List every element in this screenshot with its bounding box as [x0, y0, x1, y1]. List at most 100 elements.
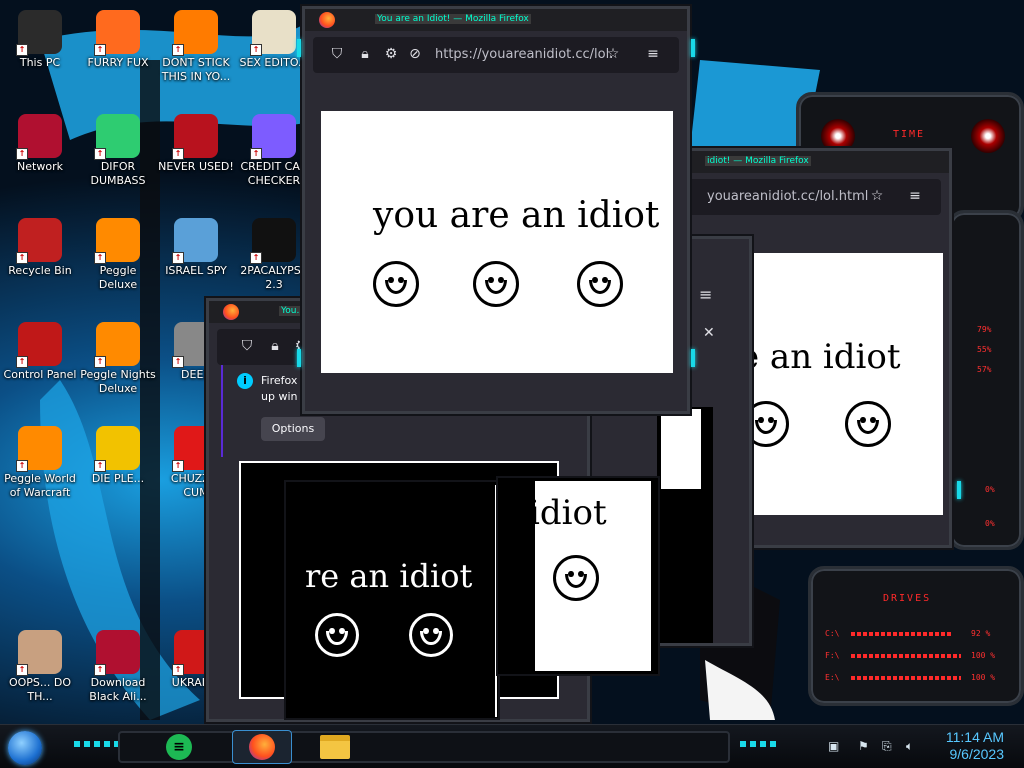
app-icon: ↑	[94, 630, 140, 676]
web-page[interactable]: you are an idiot	[321, 111, 673, 373]
web-page[interactable]: idiot	[535, 481, 651, 671]
desktop-icon[interactable]: ↑ DIE PLE...	[78, 420, 158, 516]
desktop-icon[interactable]: ↑ ISRAEL SPY	[156, 212, 236, 308]
shortcut-arrow-icon: ↑	[94, 356, 106, 368]
taskbar-lights	[74, 741, 118, 747]
desktop-icon-label: DIE PLE...	[91, 472, 145, 485]
drives-gadget-title: DRIVES	[883, 593, 932, 604]
stat-value: 0%	[985, 485, 995, 494]
smiley-icon	[373, 261, 419, 307]
app-icon: ↑	[16, 10, 62, 56]
app-icon: ↑	[172, 10, 218, 56]
autoplay-blocked-icon[interactable]: ⊘	[407, 46, 423, 62]
desktop: ↑ This PC ↑ FURRY FUX ↑ DONT STICK THIS IN YO…	[0, 0, 1024, 768]
firefox-window-small[interactable]: idiot	[498, 478, 658, 674]
drive-percent: 100 %	[971, 651, 996, 660]
app-icon: ↑	[16, 630, 62, 676]
permissions-icon[interactable]: ⚙	[383, 46, 399, 62]
clock-date: 9/6/2023	[949, 746, 1005, 762]
network-icon[interactable]: ⎘	[882, 739, 892, 754]
options-button[interactable]: Options	[261, 417, 325, 441]
alien-icon	[971, 119, 1005, 153]
desktop-icon[interactable]: ↑ OOPS... DO TH...	[0, 624, 80, 720]
desktop-icon[interactable]: ↑ This PC	[0, 4, 80, 100]
app-icon: ↑	[94, 114, 140, 160]
firefox-window-dark[interactable]: re an idiot	[286, 482, 498, 718]
page-text: you are an idiot	[373, 195, 660, 236]
desktop-icon[interactable]: ↑ Peggle Deluxe	[78, 212, 158, 308]
titlebar[interactable]: You are an Idiot! — Mozilla Firefox	[305, 9, 687, 31]
desktop-icon-label: Control Panel	[3, 368, 77, 381]
desktop-icon[interactable]: ↑ Network	[0, 108, 80, 204]
app-icon: ↑	[94, 322, 140, 368]
address-bar[interactable]: ⛉ 🔒︎ ⚙ ⊘ https://youareanidiot.cc/lol. ☆…	[313, 37, 679, 73]
info-icon: i	[237, 373, 253, 389]
flag-icon[interactable]: ⚑	[858, 739, 869, 753]
menu-icon[interactable]: ≡	[645, 46, 661, 62]
web-page[interactable]: e an idiot	[753, 253, 943, 515]
desktop-icon[interactable]: ↑ Peggle Nights Deluxe	[78, 316, 158, 412]
bookmark-star-icon[interactable]: ☆	[605, 46, 621, 62]
stat-value: 0%	[985, 519, 995, 528]
taskbar-lights	[740, 741, 780, 747]
desktop-icon[interactable]: ↑ Control Panel	[0, 316, 80, 412]
desktop-icon[interactable]: ↑ Download Black Ali...	[78, 624, 158, 720]
drive-label: E:\	[825, 673, 840, 682]
stat-value: 55%	[977, 345, 992, 354]
close-icon[interactable]: ✕	[703, 325, 715, 341]
bookmark-star-icon[interactable]: ☆	[869, 188, 885, 204]
frame-light	[691, 39, 695, 57]
lock-icon: 🔒︎	[361, 46, 369, 62]
titlebar[interactable]: idiot! — Mozilla Firefox	[663, 151, 949, 173]
desktop-icon[interactable]: ↑ Recycle Bin	[0, 212, 80, 308]
stat-value: 79%	[977, 325, 992, 334]
notification-text: Firefox up win	[261, 374, 298, 403]
desktop-icon-label: OOPS... DO TH...	[8, 676, 72, 703]
smiley-icon	[845, 401, 891, 447]
shortcut-arrow-icon: ↑	[16, 148, 28, 160]
desktop-icon-label: Peggle World of Warcraft	[4, 472, 76, 499]
desktop-icon-label: This PC	[19, 56, 61, 69]
desktop-icon[interactable]: ↑ NEVER USED!	[156, 108, 236, 204]
menu-icon[interactable]: ≡	[907, 188, 923, 204]
shortcut-arrow-icon: ↑	[94, 148, 106, 160]
smiley-icon	[409, 613, 453, 657]
smiley-icon	[473, 261, 519, 307]
desktop-icon[interactable]: ↑ Peggle World of Warcraft	[0, 420, 80, 516]
url-text[interactable]: youareanidiot.cc/lol.html	[707, 189, 868, 204]
shortcut-arrow-icon: ↑	[172, 148, 184, 160]
shortcut-arrow-icon: ↑	[94, 252, 106, 264]
green-app-icon[interactable]: ≡	[162, 730, 196, 764]
firefox-window-main[interactable]: You are an Idiot! — Mozilla Firefox ⛉ 🔒︎…	[297, 6, 695, 414]
tray-icon[interactable]: ▣	[828, 739, 839, 753]
file-explorer-icon[interactable]	[318, 730, 352, 764]
volume-icon[interactable]: 🔈︎	[906, 739, 913, 754]
desktop-icon-label: ISRAEL SPY	[165, 264, 227, 277]
desktop-icon[interactable]: ↑ DONT STICK THIS IN YO...	[156, 4, 236, 100]
taskbar-rail	[118, 731, 730, 763]
address-bar[interactable]: youareanidiot.cc/lol.html ☆ ≡	[663, 179, 941, 215]
desktop-icon[interactable]: ↑ DIFOR DUMBASS	[78, 108, 158, 204]
menu-icon[interactable]: ≡	[699, 285, 712, 304]
shortcut-arrow-icon: ↑	[16, 252, 28, 264]
web-page[interactable]: re an idiot	[289, 485, 497, 717]
app-icon: ↑	[250, 10, 296, 56]
firefox-taskbar-icon[interactable]	[232, 730, 292, 764]
shield-icon[interactable]: ⛉	[329, 46, 345, 62]
url-text[interactable]: https://youareanidiot.cc/lol.	[435, 47, 613, 62]
desktop-icon-label: Download Black Ali...	[89, 676, 147, 703]
clock[interactable]: 11:14 AM 9/6/2023	[946, 729, 1004, 763]
desktop-icon-label: NEVER USED!	[158, 160, 234, 173]
taskbar: ≡ ▣ ⚑ ⎘ 🔈︎ 11:14 AM 9/6/2023	[0, 724, 1024, 768]
time-gadget-title: TIME	[893, 129, 926, 140]
shortcut-arrow-icon: ↑	[94, 44, 106, 56]
lock-icon: 🔒︎	[271, 338, 279, 354]
window-title: You are an Idiot! — Mozilla Firefox	[375, 14, 531, 24]
shield-icon[interactable]: ⛉	[239, 338, 255, 354]
web-page[interactable]	[657, 407, 713, 643]
drive-label: C:\	[825, 629, 840, 638]
start-button[interactable]	[8, 731, 42, 765]
drive-percent: 100 %	[971, 673, 996, 682]
desktop-icon[interactable]: ↑ FURRY FUX	[78, 4, 158, 100]
app-icon: ↑	[94, 426, 140, 472]
